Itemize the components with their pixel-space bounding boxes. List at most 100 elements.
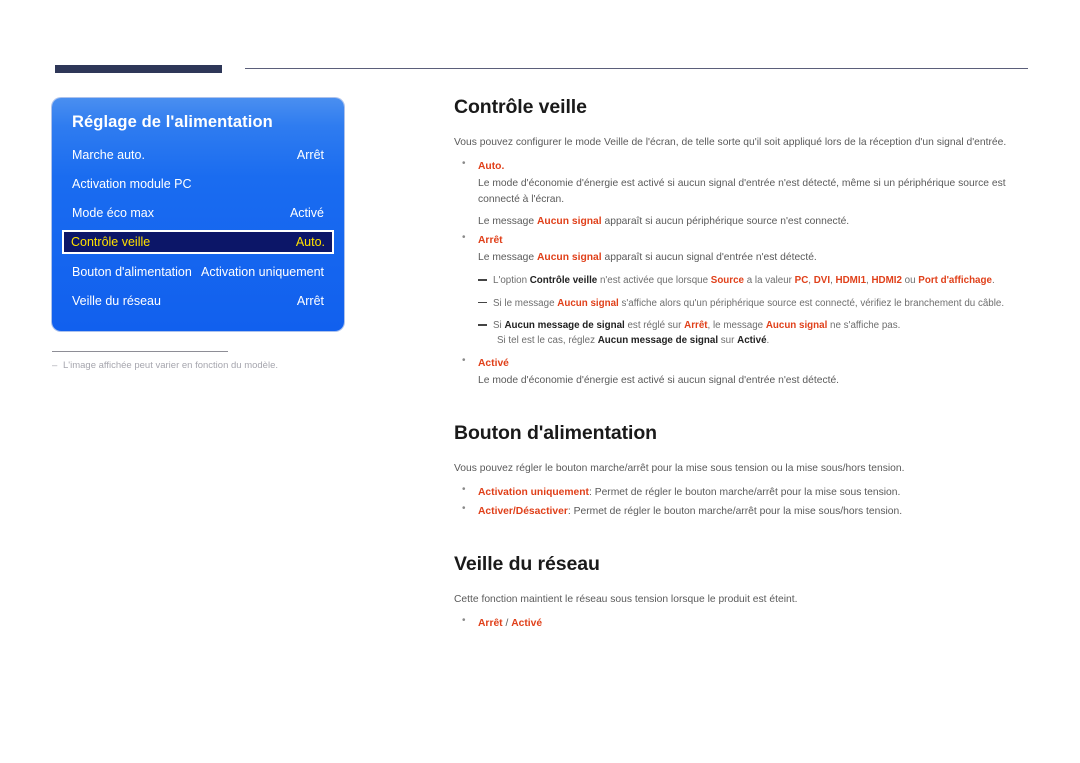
- text-run: apparaît si aucun signal d'entrée n'est …: [601, 251, 817, 263]
- osd-row-controle-veille-selected[interactable]: Contrôle veille Auto.: [62, 230, 334, 254]
- option-line: Activer/Désactiver: Permet de régler le …: [478, 504, 1030, 520]
- option-description-secondary: Le message Aucun signal apparaît si aucu…: [478, 214, 1030, 230]
- footnote-text: L'image affichée peut varier en fonction…: [63, 360, 278, 371]
- page-header-rule: [0, 0, 1080, 80]
- emphasis-term: Aucun signal: [536, 216, 602, 227]
- emphasis-term: Port d'affichage: [918, 275, 992, 286]
- emphasis-term: Activer/Désactiver: [478, 505, 568, 517]
- text-run: s'affiche alors qu'un périphérique sourc…: [618, 297, 1005, 309]
- text-run: apparaît si aucun périphérique source n'…: [601, 216, 850, 227]
- text-run: ne s'affiche pas.: [827, 320, 901, 331]
- emphasis-term: Arrêt: [478, 617, 503, 629]
- emphasis-term: Activation uniquement: [478, 486, 589, 498]
- text-run: Si le message: [493, 297, 558, 309]
- osd-row-label: Activation module PC: [72, 176, 192, 191]
- option-line: Arrêt / Activé: [478, 616, 1030, 632]
- list-item-activation-uniquement: Activation uniquement: Permet de régler …: [454, 484, 1030, 501]
- section-veille-du-reseau: Veille du réseau Cette fonction maintien…: [454, 553, 1030, 632]
- note-continuation: Si tel est le cas, réglez Aucun message …: [493, 334, 1030, 349]
- text-run: n'est activée que lorsque: [597, 275, 711, 286]
- illustration-footnote: – L'image affichée peut varier en foncti…: [52, 351, 344, 372]
- note-item-check-cable: Si le message Aucun signal s'affiche alo…: [478, 297, 1030, 312]
- osd-row-value: Activé: [289, 205, 324, 220]
- list-item-activer-desactiver: Activer/Désactiver: Permet de régler le …: [454, 503, 1030, 520]
- emphasis-term: Aucun signal: [536, 251, 602, 263]
- osd-row-marche-auto[interactable]: Marche auto. Arrêt: [64, 140, 332, 169]
- text-run: a la valeur: [744, 275, 795, 286]
- osd-row-label: Marche auto.: [72, 147, 145, 162]
- osd-illustration-column: Réglage de l'alimentation Marche auto. A…: [52, 98, 344, 372]
- header-accent-bar: [55, 65, 222, 73]
- footnote-rule: [52, 351, 228, 352]
- footnote-dash-icon: –: [52, 360, 58, 371]
- text-run: .: [766, 334, 770, 346]
- text-run: Le message: [478, 251, 537, 263]
- emphasis-term: Source: [710, 275, 744, 286]
- text-run: : Permet de régler le bouton marche/arrê…: [588, 486, 901, 498]
- option-description: Le message Aucun signal apparaît si aucu…: [478, 250, 1030, 266]
- option-list: Auto. Le mode d'économie d'énergie est a…: [454, 158, 1030, 266]
- section-title: Contrôle veille: [454, 96, 587, 118]
- text-run: est réglé sur: [624, 320, 685, 331]
- text-run: Le message: [478, 216, 537, 227]
- section-bouton-alimentation: Bouton d'alimentation Vous pouvez régler…: [454, 422, 1030, 520]
- emphasis-term: PC: [794, 275, 809, 286]
- emphasis-term: Aucun signal: [765, 320, 828, 331]
- option-line: Activation uniquement: Permet de régler …: [478, 485, 1030, 501]
- text-run: /: [502, 617, 512, 629]
- text-run: : Permet de régler le bouton marche/arrê…: [567, 505, 903, 517]
- option-description: Le mode d'économie d'énergie est activé …: [478, 178, 1006, 205]
- emphasis-term: HDMI2: [871, 275, 902, 286]
- emphasis-term: Aucun message de signal: [504, 320, 625, 331]
- list-item-auto: Auto. Le mode d'économie d'énergie est a…: [454, 158, 1030, 230]
- note-list: L'option Contrôle veille n'est activée q…: [454, 274, 1030, 348]
- emphasis-term: Arrêt: [684, 320, 708, 331]
- osd-row-label: Mode éco max: [72, 205, 154, 220]
- emphasis-term: Activé: [511, 617, 543, 629]
- osd-row-value: Arrêt: [296, 293, 324, 308]
- osd-row-mode-eco-max[interactable]: Mode éco max Activé: [64, 198, 332, 227]
- osd-row-activation-module-pc[interactable]: Activation module PC: [64, 169, 332, 198]
- article-body-column: Contrôle veille Vous pouvez configurer l…: [454, 96, 1030, 635]
- list-item-arret-active: Arrêt / Activé: [454, 615, 1030, 632]
- section-intro: Vous pouvez régler le bouton marche/arrê…: [454, 462, 905, 474]
- osd-row-value: Activation uniquement: [201, 264, 324, 279]
- section-title: Veille du réseau: [454, 552, 600, 575]
- option-name: Activé: [478, 358, 509, 369]
- text-run: .: [991, 275, 995, 286]
- section-title: Bouton d'alimentation: [454, 421, 657, 444]
- text-run: sur: [718, 334, 738, 346]
- text-run: Si tel est le cas, réglez: [497, 334, 598, 346]
- emphasis-term: DVI: [813, 275, 831, 286]
- section-controle-veille: Contrôle veille Vous pouvez configurer l…: [454, 96, 1030, 389]
- header-hairline: [245, 68, 1028, 69]
- osd-row-label: Bouton d'alimentation: [72, 264, 192, 279]
- text-run: ou: [901, 275, 919, 286]
- section-intro: Cette fonction maintient le réseau sous …: [454, 593, 798, 605]
- option-name: Auto.: [478, 161, 505, 172]
- list-item-active: Activé Le mode d'économie d'énergie est …: [454, 355, 1030, 389]
- text-run: , le message: [707, 320, 766, 331]
- osd-row-label: Contrôle veille: [71, 235, 151, 249]
- option-list-continued: Activé Le mode d'économie d'énergie est …: [454, 355, 1030, 389]
- note-item-no-signal-message: Si Aucun message de signal est réglé sur…: [478, 319, 1030, 348]
- osd-menu-panel: Réglage de l'alimentation Marche auto. A…: [52, 98, 344, 331]
- option-list: Arrêt / Activé: [454, 615, 1030, 632]
- osd-row-value: Arrêt: [296, 147, 324, 162]
- text-run: L'option: [493, 275, 530, 286]
- list-item-arret: Arrêt Le message Aucun signal apparaît s…: [454, 232, 1030, 266]
- emphasis-term: Activé: [737, 334, 767, 346]
- emphasis-term: Contrôle veille: [529, 275, 598, 286]
- section-intro: Vous pouvez configurer le mode Veille de…: [454, 137, 1007, 148]
- note-item-source-restriction: L'option Contrôle veille n'est activée q…: [478, 274, 1030, 289]
- emphasis-term: HDMI1: [835, 275, 867, 286]
- osd-menu-title: Réglage de l'alimentation: [72, 113, 273, 131]
- option-list: Activation uniquement: Permet de régler …: [454, 484, 1030, 520]
- osd-row-veille-du-reseau[interactable]: Veille du réseau Arrêt: [64, 286, 332, 315]
- text-run: Si: [493, 320, 505, 331]
- osd-row-bouton-alimentation[interactable]: Bouton d'alimentation Activation uniquem…: [64, 257, 332, 286]
- emphasis-term: Aucun signal: [557, 297, 619, 309]
- osd-row-label: Veille du réseau: [72, 293, 161, 308]
- osd-row-value: Auto.: [295, 235, 325, 249]
- emphasis-term: Aucun message de signal: [597, 334, 719, 346]
